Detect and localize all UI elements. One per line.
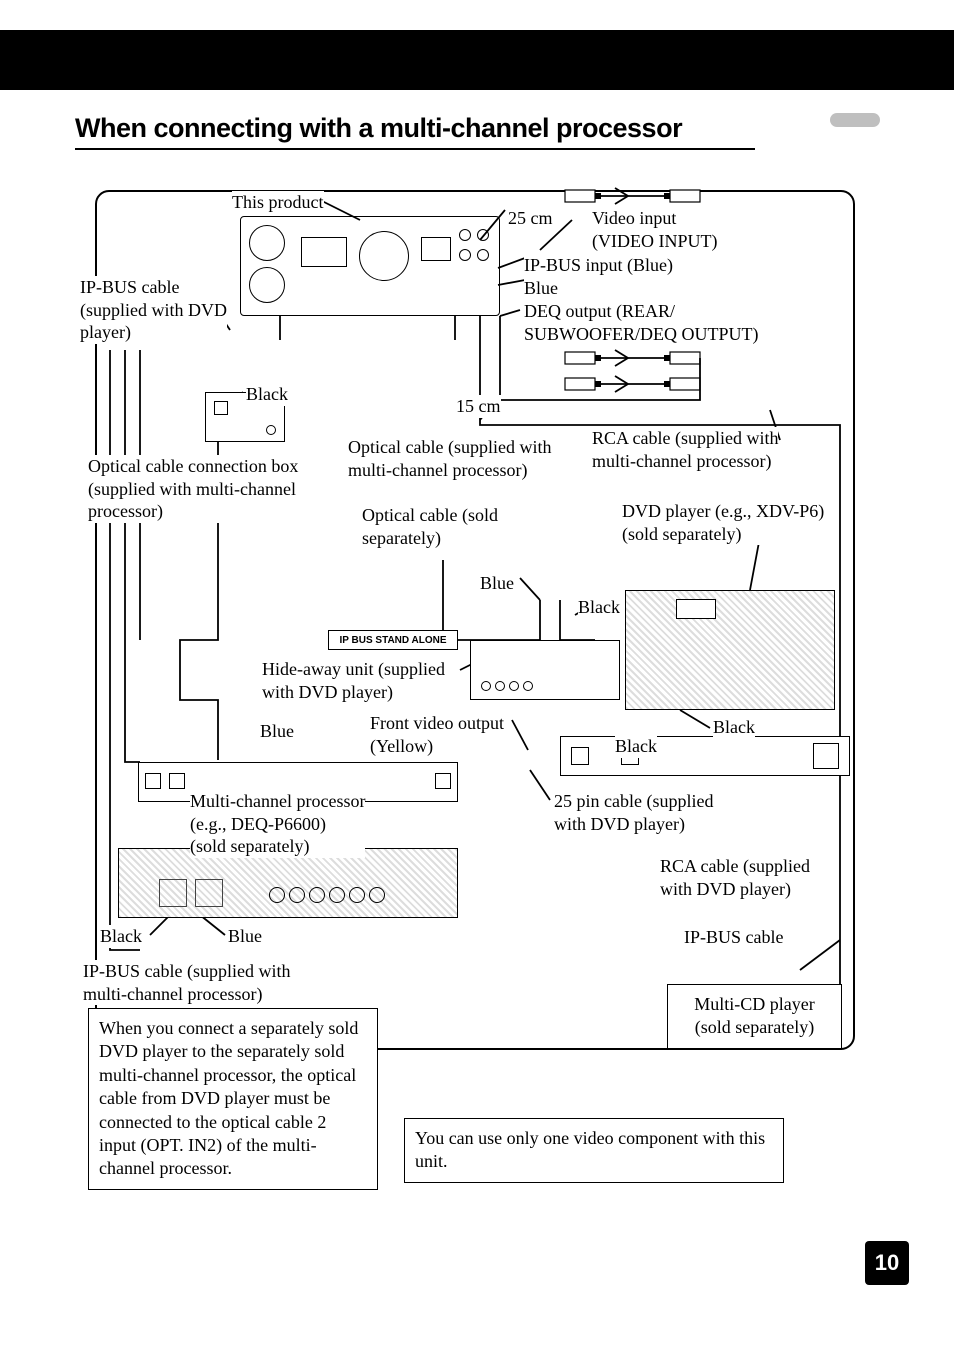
- label-black-3: Black: [615, 735, 657, 758]
- label-rca-dvd: RCA cable (supplied with DVD player): [660, 855, 810, 900]
- label-deq-output: DEQ output (REAR/ SUBWOOFER/DEQ OUTPUT): [524, 300, 759, 345]
- connector-bar: [560, 736, 850, 776]
- label-blue-1: Blue: [524, 277, 558, 300]
- head-unit-device: [240, 216, 500, 316]
- page-side-tab: [830, 113, 880, 127]
- label-this-product: This product: [232, 191, 324, 214]
- note-video: You can use only one video component wit…: [404, 1118, 784, 1183]
- dvd-player-device: [625, 590, 835, 710]
- multi-cd-box: Multi-CD player (sold separately): [667, 984, 842, 1049]
- ip-bus-switch: IP BUS STAND ALONE: [328, 630, 458, 650]
- hideaway-unit: [470, 640, 620, 700]
- label-dvd-player: DVD player (e.g., XDV-P6) (sold separate…: [622, 500, 824, 545]
- label-ipbus-cable: IP-BUS cable: [684, 926, 783, 949]
- label-ipbus-dvd: IP-BUS cable (supplied with DVD player): [80, 276, 227, 344]
- note-optical: When you connect a separately sold DVD p…: [88, 1008, 378, 1190]
- page-number: 10: [865, 1241, 909, 1285]
- label-video-input: Video input (VIDEO INPUT): [592, 207, 717, 252]
- label-ipbus-mcp: IP-BUS cable (supplied with multi-channe…: [83, 960, 290, 1005]
- label-optical-sold: Optical cable (sold separately): [362, 504, 498, 549]
- multi-channel-processor: [118, 848, 458, 918]
- heading-underline: [75, 148, 755, 150]
- label-blue-2: Blue: [480, 572, 514, 595]
- label-blue-4: Blue: [228, 925, 262, 948]
- label-15cm: 15 cm: [456, 395, 501, 418]
- label-25pin: 25 pin cable (supplied with DVD player): [554, 790, 713, 835]
- label-optical-box: Optical cable connection box (supplied w…: [88, 455, 298, 523]
- label-mcp: Multi-channel processor (e.g., DEQ-P6600…: [190, 790, 365, 858]
- label-hideaway: Hide-away unit (supplied with DVD player…: [262, 658, 445, 703]
- label-rca-supplied: RCA cable (supplied with multi-channel p…: [592, 427, 778, 472]
- label-optical-supplied: Optical cable (supplied with multi-chann…: [348, 436, 551, 481]
- label-25cm: 25 cm: [508, 207, 553, 230]
- label-black-4: Black: [713, 716, 755, 739]
- label-ipbus-input: IP-BUS input (Blue): [524, 254, 673, 277]
- label-blue-3: Blue: [260, 720, 294, 743]
- section-heading: When connecting with a multi-channel pro…: [75, 113, 682, 144]
- label-black-1: Black: [246, 383, 288, 406]
- label-front-video: Front video output (Yellow): [370, 712, 504, 757]
- label-black-2: Black: [578, 596, 620, 619]
- label-black-5: Black: [100, 925, 142, 948]
- switch-label: IP BUS STAND ALONE: [339, 635, 446, 646]
- header-black-band: [0, 30, 954, 90]
